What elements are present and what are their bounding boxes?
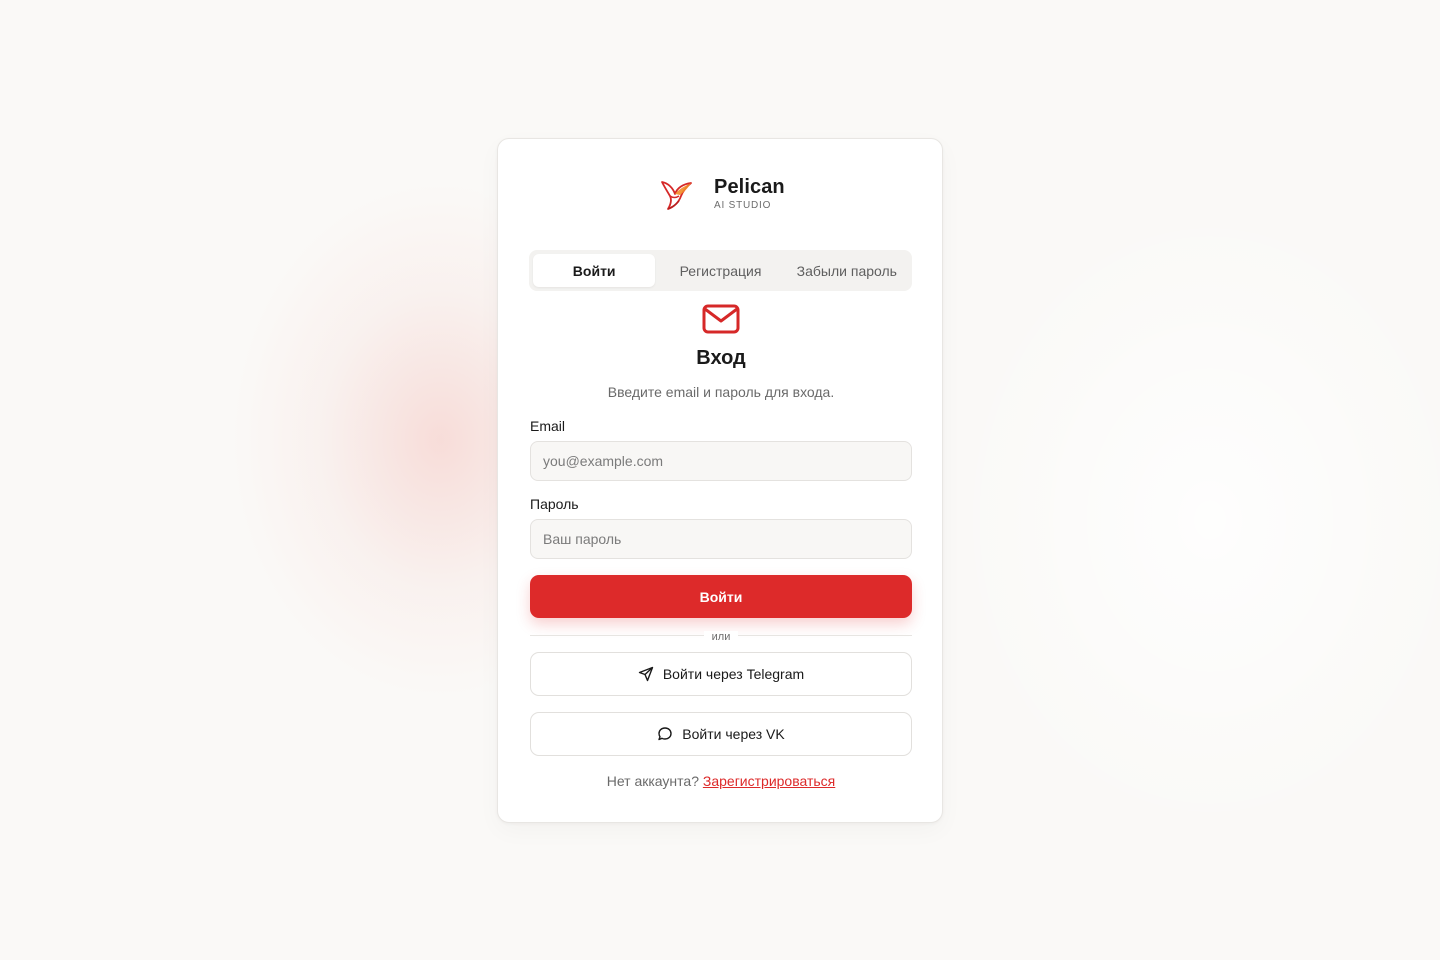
login-button[interactable]: Войти	[530, 575, 912, 618]
divider-text: или	[703, 631, 739, 643]
login-card: Pelican AI STUDIO Войти Регистрация Забы…	[497, 138, 943, 823]
tab-forgot-password[interactable]: Забыли пароль	[786, 254, 908, 287]
tab-login[interactable]: Войти	[533, 254, 656, 287]
email-field[interactable]	[530, 441, 912, 481]
form-title: Вход	[696, 347, 746, 369]
vk-login-label: Войти через VK	[682, 726, 785, 742]
brand-name: Pelican	[714, 175, 785, 198]
telegram-login-label: Войти через Telegram	[662, 666, 805, 682]
brand: Pelican AI STUDIO	[656, 174, 785, 214]
chat-bubble-icon	[657, 726, 673, 742]
auth-tabs: Войти Регистрация Забыли пароль	[529, 250, 912, 291]
register-prompt-text: Нет аккаунта?	[606, 773, 699, 789]
mail-icon	[701, 302, 741, 336]
pelican-bird-icon	[656, 174, 696, 214]
email-label: Email	[530, 418, 566, 434]
vk-login-button[interactable]: Войти через VK	[530, 712, 912, 756]
register-prompt: Нет аккаунта? Зарегистрироваться	[498, 773, 944, 789]
brand-text: Pelican AI STUDIO	[714, 176, 785, 213]
telegram-login-button[interactable]: Войти через Telegram	[530, 652, 912, 696]
brand-subtitle: AI STUDIO	[714, 199, 772, 211]
background-glow-light	[950, 200, 1440, 840]
register-link[interactable]: Зарегистрироваться	[703, 773, 835, 789]
send-icon	[638, 666, 654, 682]
divider: или	[498, 627, 944, 645]
tab-register[interactable]: Регистрация	[659, 254, 781, 287]
form-subtitle: Введите email и пароль для входа.	[607, 384, 835, 400]
password-field[interactable]	[530, 519, 912, 559]
password-label: Пароль	[530, 496, 579, 512]
